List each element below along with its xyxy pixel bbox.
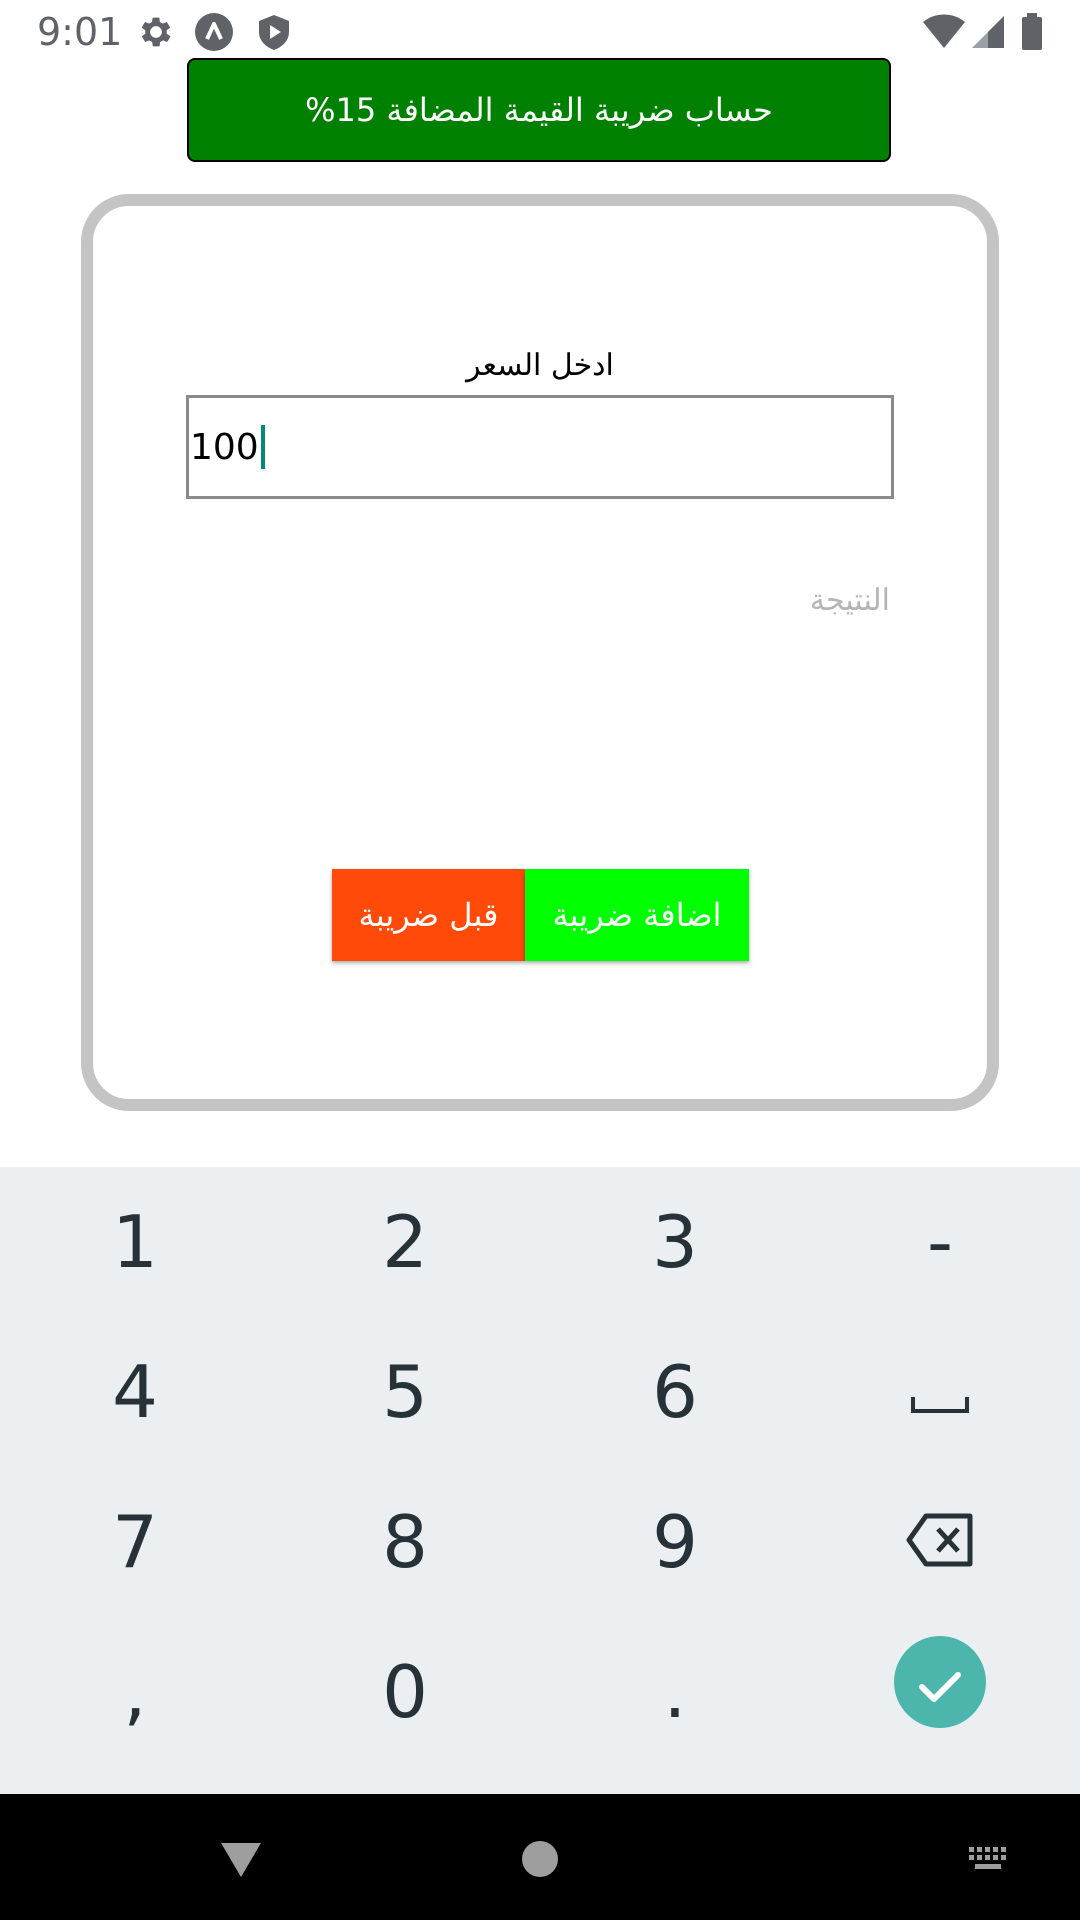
key-0[interactable]: 0	[270, 1617, 540, 1767]
title-text: حساب ضريبة القيمة المضافة 15%	[305, 91, 773, 129]
backspace-icon	[906, 1500, 974, 1584]
key-6[interactable]: 6	[540, 1317, 810, 1467]
before-tax-label: قبل ضريبة	[358, 896, 499, 934]
add-tax-label: اضافة ضريبة	[552, 896, 722, 934]
price-label: ادخل السعر	[466, 348, 614, 383]
price-input[interactable]: 100	[186, 395, 894, 499]
key-1[interactable]: 1	[0, 1167, 270, 1317]
key-5[interactable]: 5	[270, 1317, 540, 1467]
key-8[interactable]: 8	[270, 1467, 540, 1617]
price-input-value: 100	[190, 426, 259, 468]
shield-play-icon	[254, 12, 294, 52]
app-screen: 9:01 حساب ضريبة القيمة المضافة 15% ادخل …	[0, 0, 1080, 1920]
done-button	[894, 1636, 986, 1728]
calculator-card	[81, 194, 999, 1111]
text-cursor	[260, 425, 265, 469]
key-space[interactable]	[805, 1317, 1075, 1467]
key-period[interactable]: .	[540, 1617, 810, 1767]
add-tax-button[interactable]: اضافة ضريبة	[525, 869, 749, 961]
home-icon[interactable]	[505, 1824, 575, 1894]
navigation-bar	[0, 1794, 1080, 1920]
key-done[interactable]	[805, 1607, 1075, 1757]
status-time: 9:01	[37, 10, 123, 54]
key-3[interactable]: 3	[540, 1167, 810, 1317]
check-icon	[916, 1640, 964, 1724]
battery-icon	[1018, 12, 1046, 52]
key-backspace[interactable]	[805, 1467, 1075, 1617]
back-icon[interactable]	[206, 1824, 276, 1894]
signal-icon	[970, 12, 1006, 52]
title-banner: حساب ضريبة القيمة المضافة 15%	[187, 58, 891, 162]
key-4[interactable]: 4	[0, 1317, 270, 1467]
result-label: النتيجة	[809, 583, 890, 618]
key-9[interactable]: 9	[540, 1467, 810, 1617]
status-bar: 9:01	[0, 0, 1080, 63]
key-comma[interactable]: ,	[0, 1617, 270, 1767]
before-tax-button[interactable]: قبل ضريبة	[332, 869, 525, 961]
gear-icon	[136, 12, 176, 52]
wifi-icon	[922, 12, 966, 52]
numeric-keyboard: 1 2 3 - 4 5 6 7 8 9 , 0 .	[0, 1167, 1080, 1794]
key-2[interactable]: 2	[270, 1167, 540, 1317]
key-7[interactable]: 7	[0, 1467, 270, 1617]
space-icon	[910, 1350, 970, 1434]
app-logo-icon	[194, 12, 234, 52]
keyboard-switch-icon[interactable]	[954, 1824, 1024, 1894]
key-minus[interactable]: -	[805, 1167, 1075, 1317]
